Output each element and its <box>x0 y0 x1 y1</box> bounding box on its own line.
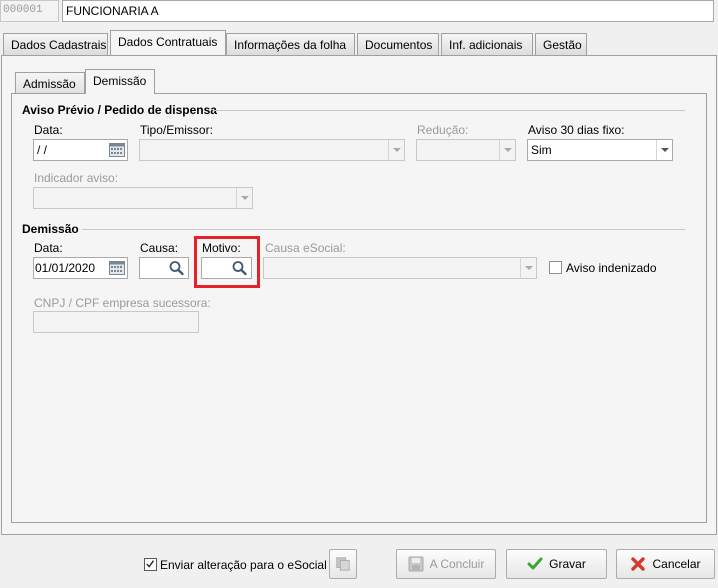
a-concluir-label: A Concluir <box>429 557 485 571</box>
tab-label: Dados Cadastrais <box>11 38 107 52</box>
demissao-data-input[interactable]: 01/01/2020 <box>33 257 128 279</box>
tab-documentos[interactable]: Documentos <box>357 33 439 55</box>
motivo-input[interactable] <box>201 257 252 279</box>
employee-code-value: 000001 <box>3 4 43 16</box>
causa-esocial-select[interactable] <box>263 257 537 279</box>
reducao-select[interactable] <box>416 139 516 161</box>
calendar-icon[interactable] <box>109 143 125 157</box>
search-icon[interactable] <box>167 259 187 277</box>
save-disk-icon <box>408 556 424 572</box>
aviso-section-title: Aviso Prévio / Pedido de dispensa <box>22 103 217 117</box>
tab-label: Gestão <box>543 38 582 52</box>
employee-name-field[interactable]: FUNCIONARIA A <box>62 0 714 22</box>
enviar-esocial-label: Enviar alteração para o eSocial <box>160 558 327 572</box>
tab-dados-cadastrais[interactable]: Dados Cadastrais <box>3 33 108 55</box>
aviso30-select[interactable]: Sim <box>527 139 673 161</box>
enviar-esocial-checkbox[interactable] <box>144 558 157 571</box>
subtab-label: Demissão <box>93 74 147 88</box>
motivo-label: Motivo: <box>202 241 241 255</box>
tab-label: Dados Contratuais <box>118 35 218 49</box>
aviso-data-label: Data: <box>34 123 63 137</box>
search-icon[interactable] <box>230 259 250 277</box>
chevron-down-icon[interactable] <box>388 140 404 160</box>
a-concluir-button[interactable]: A Concluir <box>396 549 496 579</box>
employee-code-field[interactable]: 000001 <box>0 0 59 22</box>
tab-gestao[interactable]: Gestão <box>535 33 587 55</box>
documents-icon <box>336 557 350 571</box>
aviso30-label: Aviso 30 dias fixo: <box>528 123 625 137</box>
tab-label: Inf. adicionais <box>449 38 523 52</box>
tab-informacoes-folha[interactable]: Informações da folha <box>226 33 355 55</box>
demissao-data-value: 01/01/2020 <box>35 261 96 275</box>
chevron-down-icon[interactable] <box>236 188 252 208</box>
tipo-emissor-label: Tipo/Emissor: <box>140 123 213 137</box>
calendar-icon[interactable] <box>109 261 125 275</box>
tab-label: Documentos <box>365 38 433 52</box>
esocial-send-button[interactable] <box>329 549 357 579</box>
check-icon <box>146 560 155 568</box>
aviso-data-input[interactable]: / / <box>33 139 128 161</box>
cancel-label: Cancelar <box>652 557 701 571</box>
subtab-demissao[interactable]: Demissão <box>85 69 155 94</box>
aviso30-value: Sim <box>531 143 552 157</box>
tab-label: Informações da folha <box>234 38 347 52</box>
cancel-button[interactable]: Cancelar <box>616 549 715 579</box>
save-label: Gravar <box>549 557 586 571</box>
employee-name-value: FUNCIONARIA A <box>66 4 159 18</box>
demissao-separator <box>82 229 685 230</box>
cnpj-label: CNPJ / CPF empresa sucessora: <box>34 296 211 310</box>
demissao-section-title: Demissão <box>22 222 79 236</box>
indicador-aviso-select[interactable] <box>33 187 253 209</box>
chevron-down-icon[interactable] <box>656 140 672 160</box>
checkmark-icon <box>527 557 543 570</box>
chevron-down-icon[interactable] <box>520 258 536 278</box>
causa-label: Causa: <box>140 241 179 255</box>
tab-inf-adicionais[interactable]: Inf. adicionais <box>441 33 533 55</box>
tab-dados-contratuais[interactable]: Dados Contratuais <box>110 30 226 55</box>
aviso-separator <box>213 110 685 111</box>
cnpj-input[interactable] <box>33 311 199 333</box>
aviso-indenizado-label: Aviso indenizado <box>566 261 657 275</box>
demissao-data-label: Data: <box>34 241 63 255</box>
save-button[interactable]: Gravar <box>506 549 607 579</box>
close-icon <box>631 557 646 571</box>
aviso-indenizado-checkbox[interactable] <box>549 261 562 274</box>
subtab-admissao[interactable]: Admissão <box>15 72 85 94</box>
subtab-label: Admissão <box>23 77 76 91</box>
causa-esocial-label: Causa eSocial: <box>265 241 346 255</box>
tipo-emissor-select[interactable] <box>139 139 405 161</box>
aviso-data-value: / / <box>37 143 48 157</box>
indicador-aviso-label: Indicador aviso: <box>34 171 119 185</box>
causa-input[interactable] <box>139 257 189 279</box>
reducao-label: Redução: <box>417 123 469 137</box>
chevron-down-icon[interactable] <box>499 140 515 160</box>
